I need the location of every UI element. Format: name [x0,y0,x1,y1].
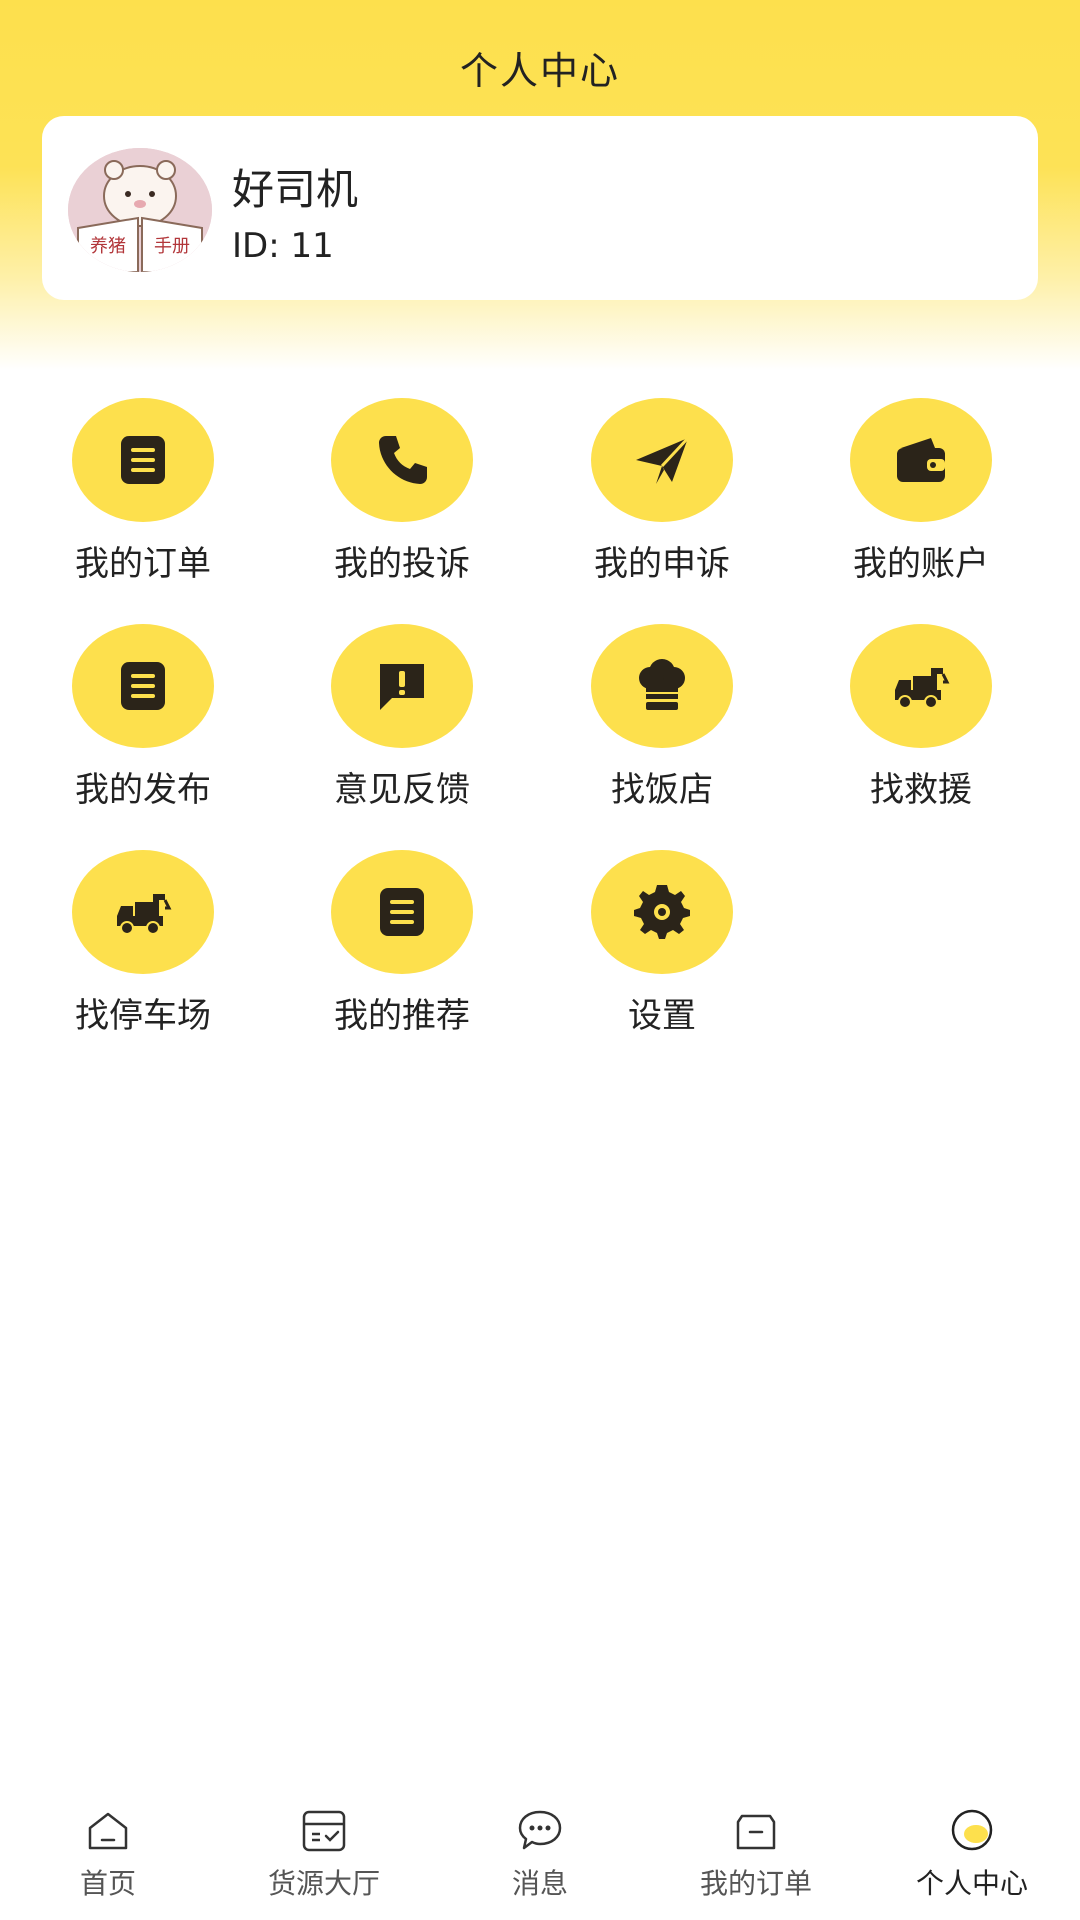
menu-item-my-orders[interactable]: 我的订单 [42,398,242,598]
menu-item-label: 我的账户 [853,544,989,584]
tab-label: 消息 [511,1867,568,1900]
tab-label: 首页 [79,1867,136,1900]
tab-my-orders[interactable]: 我的订单 [648,1806,864,1916]
menu-item-settings[interactable]: 设置 [561,850,761,1050]
menu-item-label: 找饭店 [611,770,713,810]
tow-truck-icon [850,624,992,748]
menu-item-my-appeals[interactable]: 我的申诉 [561,398,761,598]
page-title: 个人中心 [459,49,620,93]
feedback-icon [331,624,473,748]
profile-face-icon [948,1806,996,1854]
menu-item-label: 我的申诉 [594,544,730,584]
profile-id: ID: 11 [232,226,334,266]
menu-item-label: 找救援 [870,770,972,810]
menu-item-label: 我的订单 [75,544,211,584]
menu-item-label: 我的发布 [75,770,211,810]
menu-item-my-recommendations[interactable]: 我的推荐 [301,850,501,1050]
tab-messages[interactable]: 消息 [432,1806,648,1916]
menu-item-feedback[interactable]: 意见反馈 [301,624,501,824]
menu-item-find-rescue[interactable]: 找救援 [820,624,1020,824]
cargo-box-icon [300,1806,348,1854]
menu-item-my-posts[interactable]: 我的发布 [42,624,242,824]
avatar-caption-left: 养猪 [90,236,126,257]
menu-item-label: 我的投诉 [334,544,470,584]
tab-cargo-hall[interactable]: 货源大厅 [216,1806,432,1916]
list-icon [331,850,473,974]
paper-plane-icon [591,398,733,522]
wallet-icon [850,398,992,522]
tab-label: 个人中心 [915,1867,1028,1900]
phone-icon [331,398,473,522]
menu-item-label: 找停车场 [75,996,211,1036]
menu-item-label: 设置 [628,996,696,1036]
menu-item-find-restaurant[interactable]: 找饭店 [561,624,761,824]
profile-card[interactable]: 养猪 手册 好司机 ID: 11 [42,116,1038,300]
tab-label: 我的订单 [699,1867,812,1900]
tab-home[interactable]: 首页 [0,1806,216,1916]
gear-icon [591,850,733,974]
tow-truck-icon [72,850,214,974]
order-icon [732,1806,780,1854]
avatar-caption-right: 手册 [154,236,190,257]
avatar[interactable]: 养猪 手册 [68,148,212,272]
menu-item-my-complaints[interactable]: 我的投诉 [301,398,501,598]
menu-item-find-parking[interactable]: 找停车场 [42,850,242,1050]
tab-label: 货源大厅 [267,1867,380,1900]
tab-profile[interactable]: 个人中心 [864,1806,1080,1916]
menu-item-label: 我的推荐 [334,996,470,1036]
home-icon [84,1806,132,1854]
menu-item-my-account[interactable]: 我的账户 [820,398,1020,598]
profile-name: 好司机 [232,165,359,214]
chef-hat-icon [591,624,733,748]
bottom-tab-bar: 首页 货源大厅 消息 我的订单 个人中心 [0,1784,1080,1920]
list-icon [72,398,214,522]
list-icon [72,624,214,748]
menu-item-label: 意见反馈 [334,770,470,810]
chat-icon [516,1806,564,1854]
